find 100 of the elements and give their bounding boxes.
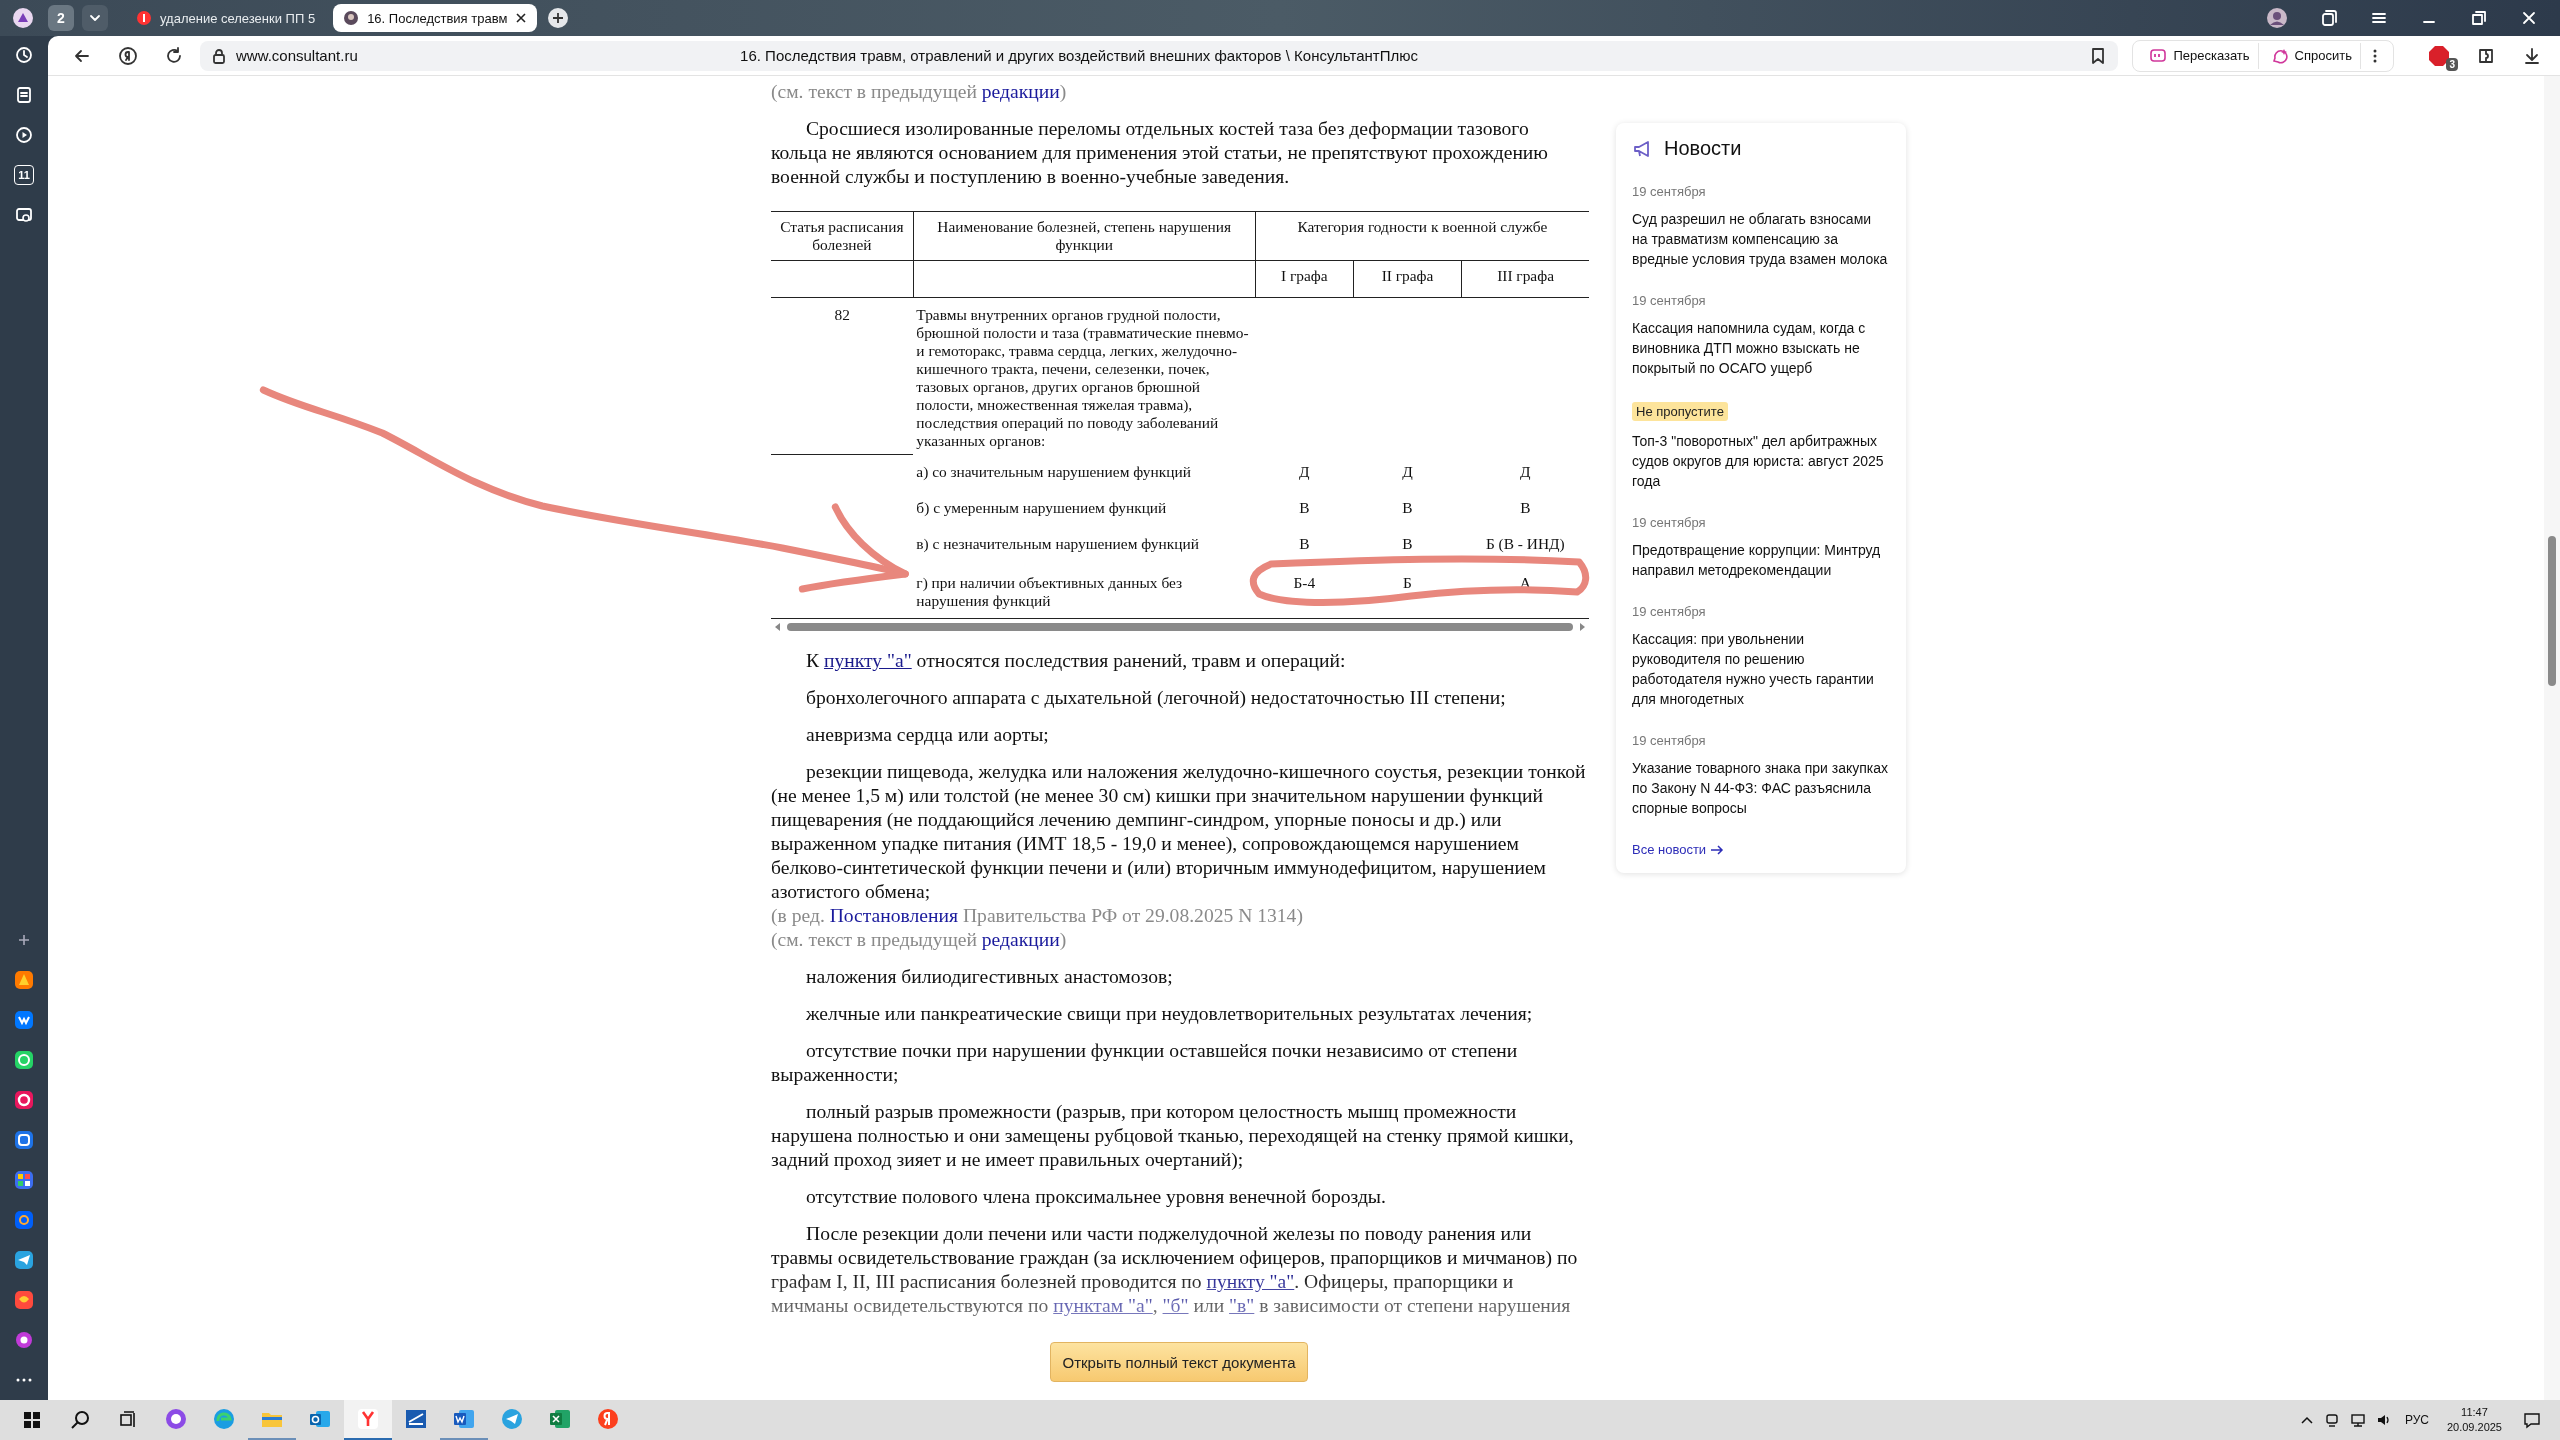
column-header: III графа [1461, 260, 1589, 298]
site-icon [343, 10, 360, 26]
history-icon[interactable] [14, 45, 34, 65]
table-cell-text: В [1298, 498, 1311, 518]
link[interactable]: пунктам "а" [1053, 1295, 1153, 1316]
paragraph: полный разрыв промежности (разрыв, при котором целостность мышц промежности нарушена полностью и они замещены рубцовой тканью, переходящей на стенку прямой кишки, задний проход зияет и не имеет правильных очертаний); [771, 1100, 1575, 1172]
table-cell: Б-4 [1255, 562, 1354, 619]
page-title: 16. Последствия травм, отравлений и других воздействий внешних факторов \ КонсультантПлюс [739, 47, 1419, 64]
paragraph: желчные или панкреатические свищи при неудовлетворительных результатах лечения; [805, 1002, 1534, 1026]
profile-avatar-icon[interactable] [2266, 7, 2288, 29]
app-icon[interactable] [14, 1130, 34, 1150]
chevron-down-icon[interactable] [82, 5, 108, 31]
table-cell-text: Д [1298, 462, 1311, 482]
search-engine-icon [136, 10, 152, 26]
news-date: 19 сентября [1632, 515, 1707, 530]
news-date: 19 сентября [1632, 293, 1707, 308]
app-icon[interactable] [14, 970, 34, 990]
lock-icon [212, 47, 226, 64]
restore-icon[interactable] [2470, 9, 2488, 27]
link[interactable]: пункту "а" [823, 650, 912, 671]
scroll-left-icon[interactable] [773, 622, 781, 632]
paper-plane-icon [500, 1407, 524, 1431]
news-headline[interactable]: Кассация: при увольнении руководителя по решению работодателя нужно учесть гарантии для многодетных [1632, 629, 1890, 709]
clock-time[interactable]: 11:47 [2461, 1405, 2488, 1420]
table-cell-text: б) с умеренным нарушением функций [915, 498, 1168, 518]
link[interactable]: редакции [981, 81, 1060, 102]
table-cell-text: В [1298, 534, 1311, 554]
clock-date[interactable]: 20.09.2025 [2446, 1420, 2502, 1435]
link[interactable]: "б" [1162, 1295, 1189, 1316]
news-headline[interactable]: Предотвращение коррупции: Минтруд направил методрекомендации [1632, 540, 1890, 580]
scroll-right-icon[interactable] [1579, 622, 1587, 632]
tab-title: 16. Последствия травм [367, 10, 508, 26]
paragraph: наложения билиодигестивных анастомозов; [805, 965, 1174, 989]
link[interactable]: редакции [981, 929, 1060, 950]
search-engine-icon [596, 1407, 620, 1431]
table-cell: Б [1353, 562, 1462, 619]
news-headline[interactable]: Кассация напомнила судам, когда с виновника ДТП можно взыскать не покрытый по ОСАГО ущерб [1632, 318, 1890, 378]
app-icon[interactable] [14, 1170, 34, 1190]
close-icon[interactable] [2520, 9, 2538, 27]
play-icon[interactable] [14, 125, 34, 145]
table-cell: Травмы внутренних органов грудной полости, брюшной полости и таза (травматические пневмо- и гемоторакс, травма сердца, легких, желудочно-кишечного тракта, печени, селезенки, почек, тазовых органов, других органов брюшной полости, множественная тяжелая травма), последствия операций по поводу заболеваний указанных органов: [913, 297, 1256, 454]
link[interactable]: "в" [1229, 1295, 1255, 1316]
news-date: 19 сентября [1632, 604, 1707, 619]
address-bar[interactable]: www.consultant.ru 16. Последствия травм, отравлений и других воздействий внешних факторов \ КонсультантПлюс [200, 40, 2119, 71]
browser-logo-icon[interactable] [12, 7, 34, 29]
app-icon[interactable] [14, 1090, 34, 1110]
paragraph: К пункту "а" относятся последствия ранений, травм и операций: [805, 649, 1347, 673]
scanner-icon [404, 1407, 428, 1431]
paragraph: Сросшиеся изолированные переломы отдельных костей таза без деформации тазового кольца не являются основанием для применения этой статьи, не препятствуют прохождению военной службы и поступлению в военно-учебные заведения. [771, 117, 1549, 189]
revision-note: (см. текст в предыдущей редакции) [771, 928, 1068, 952]
screenshot-icon[interactable] [14, 205, 34, 225]
app-icon[interactable] [14, 1010, 34, 1030]
calendar-icon[interactable]: 11 [14, 165, 34, 185]
paragraph: аневризма сердца или аорты; [805, 723, 1050, 747]
table-cell-text: В [1401, 534, 1414, 554]
close-icon[interactable] [515, 12, 528, 24]
link[interactable]: пункту "а" [1206, 1271, 1295, 1292]
new-tab-icon[interactable] [547, 7, 570, 29]
news-headline[interactable]: Суд разрешил не облагать взносами на травматизм компенсацию за вредные условия труда взамен молока [1632, 209, 1890, 269]
news-date: 19 сентября [1632, 184, 1707, 199]
news-headline[interactable]: Топ-3 "поворотных" дел арбитражных судов округов для юриста: август 2025 года [1632, 431, 1890, 491]
collections-icon[interactable] [2320, 9, 2338, 27]
assistant-icon [164, 1407, 188, 1431]
paragraph: бронхолегочного аппарата с дыхательной (легочной) недостаточностью III степени; [805, 686, 1507, 710]
revision-note: (в ред. Постановления Правительства РФ от 29.08.2025 N 1314) [771, 904, 1304, 928]
tab-counter[interactable]: 2 [48, 5, 74, 31]
paragraph: отсутствие полового члена проксимальнее уровня венечной борозды. [805, 1185, 1387, 1209]
app-icon[interactable] [14, 1050, 34, 1070]
action-button[interactable]: Спросить [2262, 42, 2361, 69]
arrow-right-icon [1710, 843, 1725, 856]
browser-tab[interactable]: 16. Последствия травм [333, 4, 538, 32]
browser-tab[interactable]: удаление селезенки ПП 5 [126, 4, 326, 32]
spreadsheet-icon [548, 1407, 572, 1431]
news-badge: Не пропустите [1632, 402, 1728, 421]
news-title: Новости [1664, 137, 1742, 160]
open-document-button[interactable]: Открыть полный текст документа [1050, 1342, 1308, 1382]
news-headline[interactable]: Указание товарного знака при закупках по Закону N 44-ФЗ: ФАС разъяснила спорные вопросы [1632, 758, 1890, 818]
table-cell: а) со значительным нарушением функций [913, 454, 1256, 490]
link[interactable]: Постановления [829, 905, 959, 926]
column-header: Наименование болезней, степень нарушения функции [913, 211, 1256, 261]
table-cell-text: В [1519, 498, 1532, 518]
scrollbar-thumb[interactable] [787, 623, 1573, 631]
app-icon[interactable] [14, 1210, 34, 1230]
news-date: 19 сентября [1632, 733, 1707, 748]
tab-title: удаление селезенки ПП 5 [160, 10, 316, 26]
action-button[interactable]: Пересказать [2141, 42, 2259, 69]
messenger-icon[interactable] [14, 1330, 34, 1350]
url-text: www.consultant.ru [236, 47, 358, 64]
all-news-link[interactable]: Все новости [1632, 842, 1725, 857]
scrollbar[interactable] [2544, 76, 2560, 1400]
taskbar-app[interactable] [344, 1400, 392, 1440]
app-icon[interactable] [14, 1250, 34, 1270]
notes-icon[interactable] [14, 85, 34, 105]
language-indicator[interactable]: РУС [2396, 1413, 2437, 1427]
app-icon[interactable] [14, 1290, 34, 1310]
scrollbar-thumb[interactable] [2548, 536, 2556, 686]
table-cell: г) при наличии объективных данных без нарушения функций [913, 562, 1256, 619]
table-cell-text: Д [1519, 462, 1532, 482]
stop-sign-icon[interactable] [2428, 44, 2450, 67]
bookmark-icon[interactable] [2090, 46, 2107, 65]
